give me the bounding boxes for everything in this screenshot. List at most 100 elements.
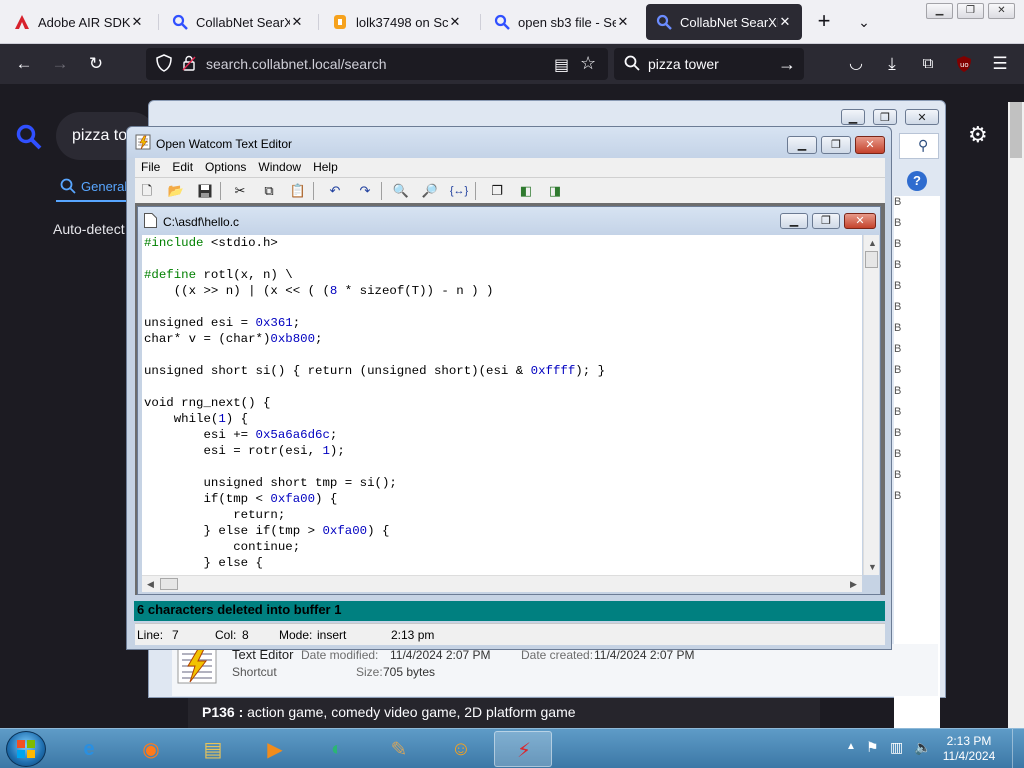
menu-edit[interactable]: Edit [166, 158, 199, 177]
show-hidden-icons-icon[interactable]: ▲ [846, 741, 856, 752]
maximize-button[interactable]: ❐ [873, 109, 897, 125]
minimize-browser-icon[interactable]: ▁ [926, 3, 953, 19]
code-line[interactable]: if(tmp < 0xfa00) { [144, 491, 862, 507]
code-line[interactable] [144, 347, 862, 363]
code-line[interactable]: unsigned short tmp = si(); [144, 475, 862, 491]
close-button[interactable]: ✕ [855, 136, 885, 154]
scroll-left-arrow-icon[interactable]: ◀ [147, 579, 154, 590]
tab-list-chevron-icon[interactable]: ⌄ [852, 8, 876, 36]
lock-icon[interactable] [182, 55, 196, 74]
explorer-search-field[interactable]: ⚲ [899, 133, 939, 159]
horizontal-scroll-thumb[interactable] [160, 578, 178, 590]
menu-hamburger-icon[interactable]: ☰ [988, 52, 1012, 76]
show-desktop-button[interactable] [1012, 729, 1024, 768]
extensions-icon[interactable]: ⧉ [916, 52, 940, 76]
close-tab-icon[interactable]: ✕ [616, 14, 630, 30]
cut-icon[interactable]: ✂ [230, 181, 250, 201]
close-tab-icon[interactable]: ✕ [130, 14, 144, 30]
menu-window[interactable]: Window [252, 158, 307, 177]
copy-icon[interactable]: ⧉ [259, 181, 279, 201]
code-line[interactable]: #include <stdio.h> [144, 235, 862, 251]
code-line[interactable]: return; [144, 507, 862, 523]
minimize-button[interactable]: ▁ [787, 136, 817, 154]
help-icon[interactable]: ? [907, 171, 927, 191]
pocket-icon[interactable]: ◡ [844, 52, 868, 76]
page-scrollbar-thumb[interactable] [1010, 102, 1022, 158]
tab-searxng-1[interactable]: CollabNet SearXNG ✕ [162, 4, 314, 40]
action-center-icon[interactable]: ⚑ [866, 739, 879, 756]
taskbar-firefox[interactable]: ◉ [122, 731, 180, 767]
taskbar-open-watcom[interactable]: ⚡ [494, 731, 552, 767]
code-line[interactable]: void rng_next() { [144, 395, 862, 411]
paste-icon[interactable]: 📋 [288, 181, 308, 201]
code-line[interactable]: ((x >> n) | (x << ( (8 * sizeof(T)) - n … [144, 283, 862, 299]
window-title-bar[interactable]: Open Watcom Text Editor ▁ ❐ ✕ [127, 127, 891, 158]
code-line[interactable] [144, 459, 862, 475]
reload-icon[interactable]: ↻ [84, 52, 108, 76]
clock[interactable]: 2:13 PM 11/4/2024 [934, 734, 1004, 764]
previous-file-icon[interactable]: ◧ [516, 181, 536, 201]
minimize-button[interactable]: ▁ [841, 109, 865, 125]
forward-arrow-icon[interactable]: → [48, 52, 72, 76]
new-file-icon[interactable]: 🗋 [137, 181, 157, 201]
close-button[interactable]: ✕ [905, 109, 939, 125]
address-bar[interactable]: search.collabnet.local/search ▤ ☆ [146, 48, 608, 80]
network-icon[interactable]: ▥ [890, 739, 903, 756]
shield-icon[interactable] [156, 53, 172, 75]
menu-file[interactable]: File [135, 158, 166, 177]
tab-searxng-active[interactable]: CollabNet SearXNG ✕ [646, 4, 802, 40]
code-line[interactable]: } else { [144, 555, 862, 571]
language-select[interactable]: Auto-detect [53, 221, 125, 237]
maximize-button[interactable]: ❐ [821, 136, 851, 154]
code-line[interactable] [144, 251, 862, 267]
document-title-bar[interactable]: C:\asdf\hello.c ▁ ❐ ✕ [138, 207, 880, 235]
tab-open-sb3[interactable]: open sb3 file - Search ✕ [484, 4, 640, 40]
vertical-scrollbar[interactable]: ▲ ▼ [863, 235, 879, 575]
scroll-down-arrow-icon[interactable]: ▼ [868, 562, 877, 572]
downloads-icon[interactable]: ⤓ [880, 52, 904, 76]
code-line[interactable]: #define rotl(x, n) \ [144, 267, 862, 283]
close-tab-icon[interactable]: ✕ [290, 14, 304, 30]
code-line[interactable] [144, 299, 862, 315]
copy-window-icon[interactable]: ❐ [487, 181, 507, 201]
close-browser-icon[interactable]: ✕ [988, 3, 1015, 19]
scroll-up-arrow-icon[interactable]: ▲ [868, 238, 877, 248]
taskbar-green-app[interactable]: ◐ [308, 731, 366, 767]
scroll-right-arrow-icon[interactable]: ▶ [850, 579, 857, 590]
back-arrow-icon[interactable]: ← [12, 52, 36, 76]
close-button[interactable]: ✕ [844, 213, 876, 229]
horizontal-scrollbar[interactable]: ◀ ▶ [142, 575, 862, 592]
menu-help[interactable]: Help [307, 158, 344, 177]
tab-general[interactable]: General [60, 178, 127, 194]
match-brace-icon[interactable]: {↔} [449, 181, 469, 201]
code-line[interactable]: unsigned short si() { return (unsigned s… [144, 363, 862, 379]
new-tab-icon[interactable]: + [810, 8, 838, 36]
maximize-button[interactable]: ❐ [812, 213, 840, 229]
code-editor[interactable]: #include <stdio.h> #define rotl(x, n) \ (… [142, 235, 862, 575]
start-button[interactable] [6, 731, 46, 767]
gear-icon[interactable]: ⚙ [968, 122, 988, 148]
code-line[interactable]: esi = rotr(esi, 1); [144, 443, 862, 459]
taskbar-windows-explorer[interactable]: ▤ [184, 731, 242, 767]
close-tab-icon[interactable]: ✕ [448, 14, 462, 30]
taskbar-internet-explorer[interactable]: e [60, 731, 118, 767]
vertical-scroll-thumb[interactable] [865, 251, 878, 268]
code-line[interactable]: char* v = (char*)0xb800; [144, 331, 862, 347]
search-bar[interactable]: pizza tower → [614, 48, 804, 80]
code-line[interactable] [144, 379, 862, 395]
ublock-icon[interactable]: uo [952, 52, 976, 76]
tab-adobe-air[interactable]: Adobe AIR SDK from ✕ [4, 4, 154, 40]
page-scrollbar[interactable] [1008, 102, 1024, 728]
open-folder-icon[interactable]: 📂 [166, 181, 186, 201]
find-icon[interactable]: 🔍 [391, 181, 411, 201]
redo-icon[interactable]: ↷ [355, 181, 375, 201]
code-line[interactable]: while(1) { [144, 411, 862, 427]
taskbar-media-player[interactable]: ▶ [246, 731, 304, 767]
next-file-icon[interactable]: ◨ [545, 181, 565, 201]
menu-options[interactable]: Options [199, 158, 252, 177]
bookmark-star-icon[interactable]: ☆ [580, 53, 596, 74]
find-next-icon[interactable]: 🔎 [420, 181, 440, 201]
undo-icon[interactable]: ↶ [325, 181, 345, 201]
code-line[interactable]: } else if(tmp > 0xfa00) { [144, 523, 862, 539]
save-icon[interactable] [195, 181, 215, 201]
